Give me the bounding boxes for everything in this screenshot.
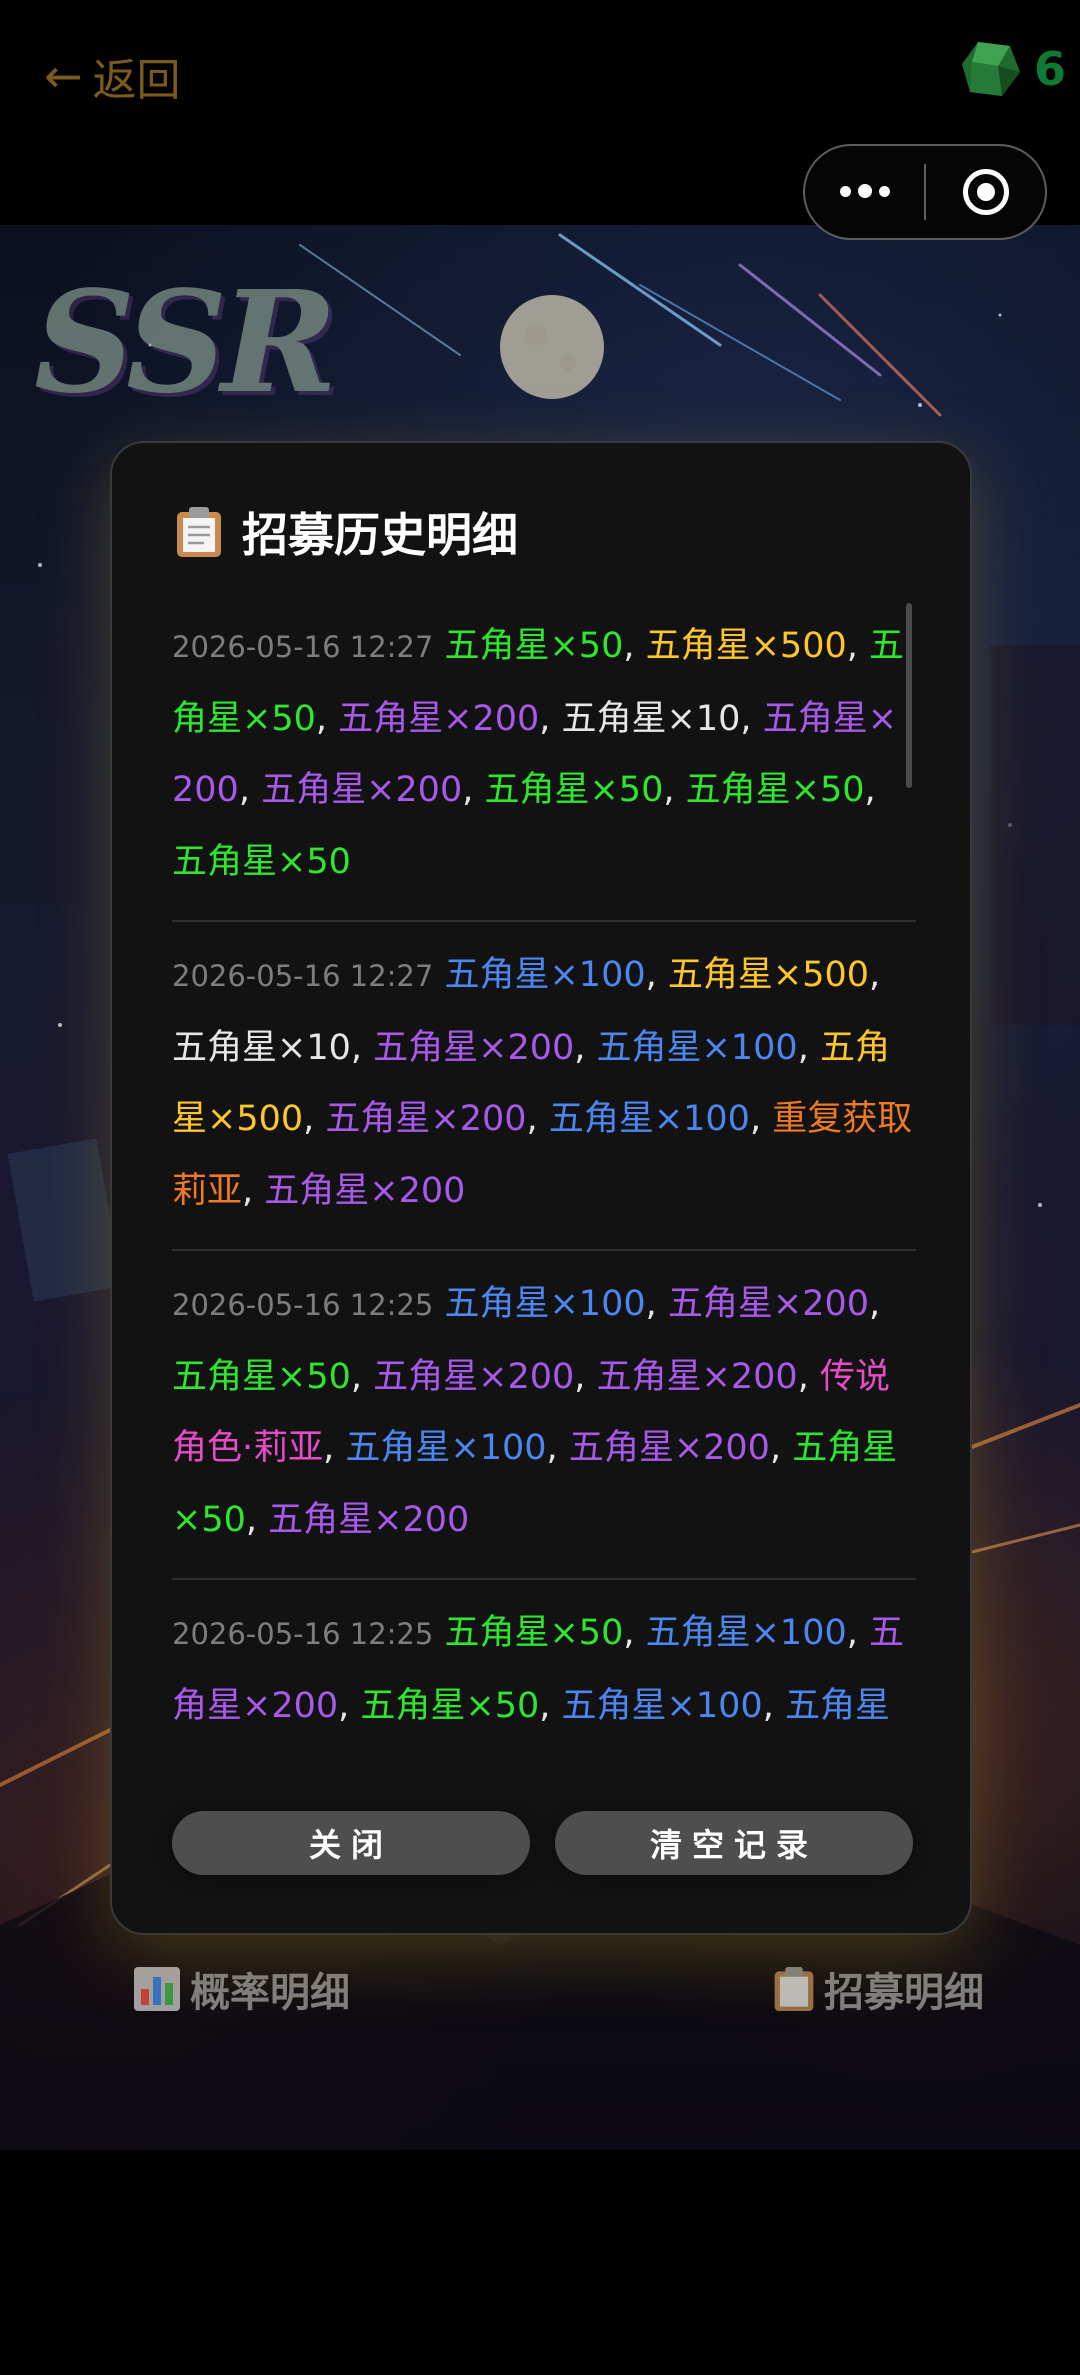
clipboard-icon xyxy=(177,507,221,557)
recruit-details-link[interactable]: 招募明细 xyxy=(772,1960,984,2018)
history-list[interactable]: 2026-05-16 12:27 五角星×50, 五角星×500, 五角星×50… xyxy=(172,599,916,1754)
reward-item: 五角星×10 xyxy=(561,698,741,739)
reward-item: 五角星×100 xyxy=(444,955,646,995)
dot-icon xyxy=(839,185,851,197)
reward-item: 五角星×50 xyxy=(685,770,865,810)
reward-item: 五角星×100 xyxy=(548,1099,750,1139)
reward-item: 五角星×50 xyxy=(172,1356,351,1397)
reward-item: 五角星×100 xyxy=(561,1685,763,1726)
item-separator: , xyxy=(663,770,686,810)
recruit-history-modal: 招募历史明细 2026-05-16 12:27 五角星×50, 五角星×500,… xyxy=(110,441,972,1935)
record-timestamp: 2026-05-16 12:25 xyxy=(172,1617,434,1651)
item-separator: , xyxy=(869,955,881,995)
reward-item: 五角星×100 xyxy=(645,1613,847,1653)
history-record: 2026-05-16 12:27 五角星×50, 五角星×500, 五角星×50… xyxy=(172,599,916,922)
item-separator: , xyxy=(846,1613,870,1653)
reward-item: 五角星×200 xyxy=(325,1099,527,1139)
reward-item: 五角星×50 xyxy=(360,1685,540,1726)
reward-item: 五角星×200 xyxy=(338,698,540,739)
item-separator: , xyxy=(242,1170,265,1211)
reward-item: 五角星×50 xyxy=(172,841,351,882)
item-separator: , xyxy=(574,1356,597,1397)
probability-details-link[interactable]: 概率明细 xyxy=(132,1960,350,2018)
record-timestamp: 2026-05-16 12:27 xyxy=(172,630,434,664)
clipboard-icon xyxy=(774,1967,814,2011)
reward-item: 五角星×200 xyxy=(667,1284,870,1324)
target-icon xyxy=(962,169,1009,215)
reward-item: 五角星×200 xyxy=(264,1170,466,1211)
reward-item: 五角星×100 xyxy=(596,1027,798,1068)
more-menu-button[interactable] xyxy=(805,184,924,199)
gem-count: 6 xyxy=(1033,42,1066,96)
reward-item: 五角星×200 xyxy=(568,1428,770,1468)
green-gem-icon xyxy=(961,42,1020,96)
recruit-details-label: 招募明细 xyxy=(824,1970,984,2016)
item-separator: , xyxy=(623,1613,646,1653)
reward-item: 五角星×200 xyxy=(373,1027,575,1068)
item-separator: , xyxy=(315,698,339,739)
item-separator: , xyxy=(623,626,646,666)
item-separator: , xyxy=(574,1027,597,1068)
item-separator: , xyxy=(645,955,668,995)
item-separator: , xyxy=(749,1099,773,1139)
history-record: 2026-05-16 12:27 五角星×100, 五角星×500, 五角星×1… xyxy=(172,928,916,1251)
item-separator: , xyxy=(546,1428,569,1468)
record-timestamp: 2026-05-16 12:25 xyxy=(172,1288,434,1322)
ssr-logo: SSR xyxy=(34,261,337,425)
modal-title-text: 招募历史明细 xyxy=(242,508,518,562)
bottom-blank-area xyxy=(0,2150,1080,2375)
record-timestamp: 2026-05-16 12:27 xyxy=(172,959,434,993)
reward-item: 五角星×500 xyxy=(645,626,847,666)
reward-item: 五角星×50 xyxy=(444,626,624,666)
back-label: 返回 xyxy=(92,55,181,106)
back-arrow-icon: ← xyxy=(44,49,83,103)
reward-item: 五角星×200 xyxy=(596,1356,798,1397)
dot-icon xyxy=(857,184,872,199)
item-separator: , xyxy=(338,1685,361,1726)
close-button[interactable]: 关闭 xyxy=(172,1811,530,1875)
item-separator: , xyxy=(462,770,485,810)
clear-records-button[interactable]: 清空记录 xyxy=(555,1811,913,1875)
bar-chart-icon xyxy=(134,1967,180,2011)
item-separator: , xyxy=(740,698,763,739)
item-separator: , xyxy=(323,1428,346,1468)
reward-item: 五角星×50 xyxy=(444,1613,624,1653)
back-button[interactable]: ← 返回 xyxy=(44,40,181,112)
history-record: 2026-05-16 12:25 五角星×100, 五角星×200, 五角星×5… xyxy=(172,1257,916,1580)
item-separator: , xyxy=(846,626,870,666)
reward-item: 五角星×50 xyxy=(484,770,664,810)
reward-item: 五角星×500 xyxy=(667,955,870,995)
mini-program-capsule xyxy=(803,144,1047,240)
item-separator: , xyxy=(539,698,562,739)
item-separator: , xyxy=(869,1284,881,1324)
item-separator: , xyxy=(864,770,876,810)
close-mini-program-button[interactable] xyxy=(926,169,1045,215)
modal-title: 招募历史明细 xyxy=(174,499,518,565)
item-separator: , xyxy=(350,1356,374,1397)
reward-item: 五角星×200 xyxy=(373,1356,575,1397)
reward-item: 五角星×200 xyxy=(261,770,463,810)
reward-item: 五角星×10 xyxy=(172,1027,351,1068)
reward-item: 五角星×100 xyxy=(345,1428,547,1468)
item-separator: , xyxy=(245,1499,269,1540)
gem-counter: 6 xyxy=(958,36,1066,102)
history-record: 2026-05-16 12:25 五角星×50, 五角星×100, 五角星×20… xyxy=(172,1586,916,1754)
dot-icon xyxy=(878,185,890,197)
item-separator: , xyxy=(303,1099,326,1139)
scrollbar-thumb[interactable] xyxy=(906,603,912,788)
item-separator: , xyxy=(762,1685,785,1726)
item-separator: , xyxy=(797,1356,820,1397)
item-separator: , xyxy=(645,1284,668,1324)
reward-item: 五角星×200 xyxy=(268,1499,470,1540)
item-separator: , xyxy=(769,1428,793,1468)
item-separator: , xyxy=(539,1685,562,1726)
item-separator: , xyxy=(238,770,262,810)
probability-details-label: 概率明细 xyxy=(190,1970,350,2016)
reward-item: 五角星×100 xyxy=(444,1284,646,1324)
item-separator: , xyxy=(526,1099,549,1139)
item-separator: , xyxy=(797,1027,820,1068)
item-separator: , xyxy=(350,1027,374,1068)
